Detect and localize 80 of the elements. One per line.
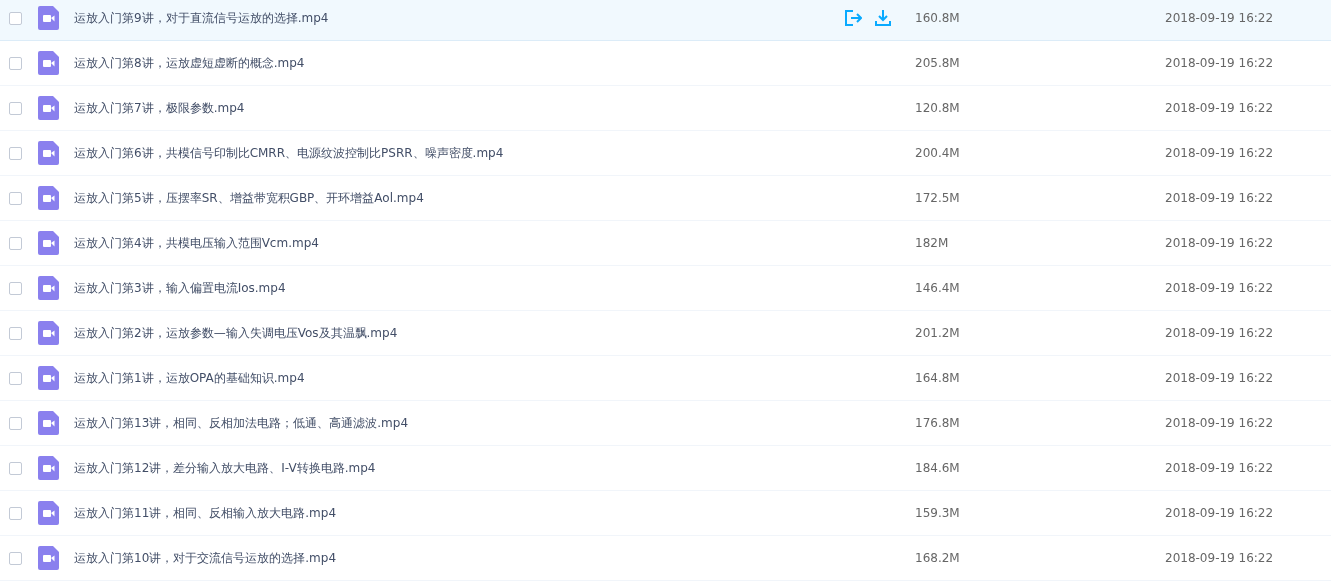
modified-date: 2018-09-19 16:22: [1165, 101, 1274, 115]
file-row[interactable]: 运放入门第12讲，差分输入放大电路、I-V转换电路.mp4 184.6M 2018-09-19 16:22: [0, 446, 1331, 491]
video-file-icon: [38, 96, 59, 120]
file-size: 159.3M: [915, 506, 961, 520]
download-icon[interactable]: [874, 9, 892, 27]
modified-date: 2018-09-19 16:22: [1165, 326, 1274, 340]
share-icon[interactable]: [844, 9, 862, 27]
file-size: 164.8M: [915, 371, 961, 385]
file-size: 160.8M: [915, 11, 961, 25]
file-size: 200.4M: [915, 146, 961, 160]
file-size: 120.8M: [915, 101, 961, 115]
checkbox[interactable]: [9, 461, 22, 475]
file-size: 182M: [915, 236, 950, 250]
video-file-icon: [38, 186, 59, 210]
video-file-icon: [38, 456, 59, 480]
file-row[interactable]: 运放入门第2讲，运放参数—输入失调电压Vos及其温飘.mp4 201.2M 2018-09-19 16:22: [0, 311, 1331, 356]
modified-date: 2018-09-19 16:22: [1165, 11, 1274, 25]
file-row[interactable]: 运放入门第7讲，极限参数.mp4 120.8M 2018-09-19 16:22: [0, 86, 1331, 131]
file-row[interactable]: 运放入门第10讲，对于交流信号运放的选择.mp4 168.2M 2018-09-19 16:22: [0, 536, 1331, 581]
modified-date: 2018-09-19 16:22: [1165, 461, 1274, 475]
file-size: 172.5M: [915, 191, 961, 205]
file-name[interactable]: 运放入门第12讲，差分输入放大电路、I-V转换电路.mp4: [74, 459, 844, 477]
file-name[interactable]: 运放入门第9讲，对于直流信号运放的选择.mp4: [74, 9, 844, 27]
modified-date: 2018-09-19 16:22: [1165, 506, 1274, 520]
video-file-icon: [38, 276, 59, 300]
modified-date: 2018-09-19 16:22: [1165, 56, 1274, 70]
file-size: 201.2M: [915, 326, 961, 340]
video-file-icon: [38, 231, 59, 255]
file-name[interactable]: 运放入门第10讲，对于交流信号运放的选择.mp4: [74, 549, 844, 567]
file-name[interactable]: 运放入门第13讲，相同、反相加法电路；低通、高通滤波.mp4: [74, 414, 844, 432]
file-row[interactable]: 运放入门第4讲，共模电压输入范围Vcm.mp4 182M 2018-09-19 16:22: [0, 221, 1331, 266]
checkbox[interactable]: [9, 11, 22, 25]
file-size: 205.8M: [915, 56, 961, 70]
checkbox[interactable]: [9, 326, 22, 340]
file-name[interactable]: 运放入门第7讲，极限参数.mp4: [74, 99, 844, 117]
file-name[interactable]: 运放入门第3讲，输入偏置电流Ios.mp4: [74, 279, 844, 297]
video-file-icon: [38, 501, 59, 525]
modified-date: 2018-09-19 16:22: [1165, 551, 1274, 565]
modified-date: 2018-09-19 16:22: [1165, 416, 1274, 430]
file-name[interactable]: 运放入门第6讲，共模信号印制比CMRR、电源纹波控制比PSRR、噪声密度.mp4: [74, 144, 844, 162]
video-file-icon: [38, 366, 59, 390]
video-file-icon: [38, 321, 59, 345]
video-file-icon: [38, 546, 59, 570]
file-row[interactable]: 运放入门第9讲，对于直流信号运放的选择.mp4 160.8M 2018-09-19 16:22: [0, 0, 1331, 41]
file-row[interactable]: 运放入门第3讲，输入偏置电流Ios.mp4 146.4M 2018-09-19 16:22: [0, 266, 1331, 311]
video-file-icon: [38, 141, 59, 165]
file-size: 146.4M: [915, 281, 961, 295]
modified-date: 2018-09-19 16:22: [1165, 281, 1274, 295]
checkbox[interactable]: [9, 236, 22, 250]
checkbox[interactable]: [9, 101, 22, 115]
checkbox[interactable]: [9, 416, 22, 430]
file-name[interactable]: 运放入门第1讲，运放OPA的基础知识.mp4: [74, 369, 844, 387]
file-name[interactable]: 运放入门第4讲，共模电压输入范围Vcm.mp4: [74, 234, 844, 252]
file-name[interactable]: 运放入门第5讲，压摆率SR、增益带宽积GBP、开环增益Aol.mp4: [74, 189, 844, 207]
checkbox[interactable]: [9, 56, 22, 70]
file-size: 176.8M: [915, 416, 961, 430]
modified-date: 2018-09-19 16:22: [1165, 371, 1274, 385]
modified-date: 2018-09-19 16:22: [1165, 146, 1274, 160]
modified-date: 2018-09-19 16:22: [1165, 236, 1274, 250]
modified-date: 2018-09-19 16:22: [1165, 191, 1274, 205]
file-row[interactable]: 运放入门第11讲，相同、反相输入放大电路.mp4 159.3M 2018-09-19 16:22: [0, 491, 1331, 536]
checkbox[interactable]: [9, 191, 22, 205]
file-size: 168.2M: [915, 551, 961, 565]
video-file-icon: [38, 6, 59, 30]
file-row[interactable]: 运放入门第8讲，运放虚短虚断的概念.mp4 205.8M 2018-09-19 16:22: [0, 41, 1331, 86]
file-size: 184.6M: [915, 461, 961, 475]
video-file-icon: [38, 51, 59, 75]
file-row[interactable]: 运放入门第6讲，共模信号印制比CMRR、电源纹波控制比PSRR、噪声密度.mp4 200.4M 2018-09-19 16:22: [0, 131, 1331, 176]
file-row[interactable]: 运放入门第1讲，运放OPA的基础知识.mp4 164.8M 2018-09-19 16:22: [0, 356, 1331, 401]
video-file-icon: [38, 411, 59, 435]
checkbox[interactable]: [9, 371, 22, 385]
file-name[interactable]: 运放入门第8讲，运放虚短虚断的概念.mp4: [74, 54, 844, 72]
checkbox[interactable]: [9, 146, 22, 160]
checkbox[interactable]: [9, 281, 22, 295]
file-name[interactable]: 运放入门第11讲，相同、反相输入放大电路.mp4: [74, 504, 844, 522]
file-row[interactable]: 运放入门第13讲，相同、反相加法电路；低通、高通滤波.mp4 176.8M 2018-09-19 16:22: [0, 401, 1331, 446]
checkbox[interactable]: [9, 551, 22, 565]
checkbox[interactable]: [9, 506, 22, 520]
file-row[interactable]: 运放入门第5讲，压摆率SR、增益带宽积GBP、开环增益Aol.mp4 172.5M 2018-09-19 16:22: [0, 176, 1331, 221]
file-name[interactable]: 运放入门第2讲，运放参数—输入失调电压Vos及其温飘.mp4: [74, 324, 844, 342]
